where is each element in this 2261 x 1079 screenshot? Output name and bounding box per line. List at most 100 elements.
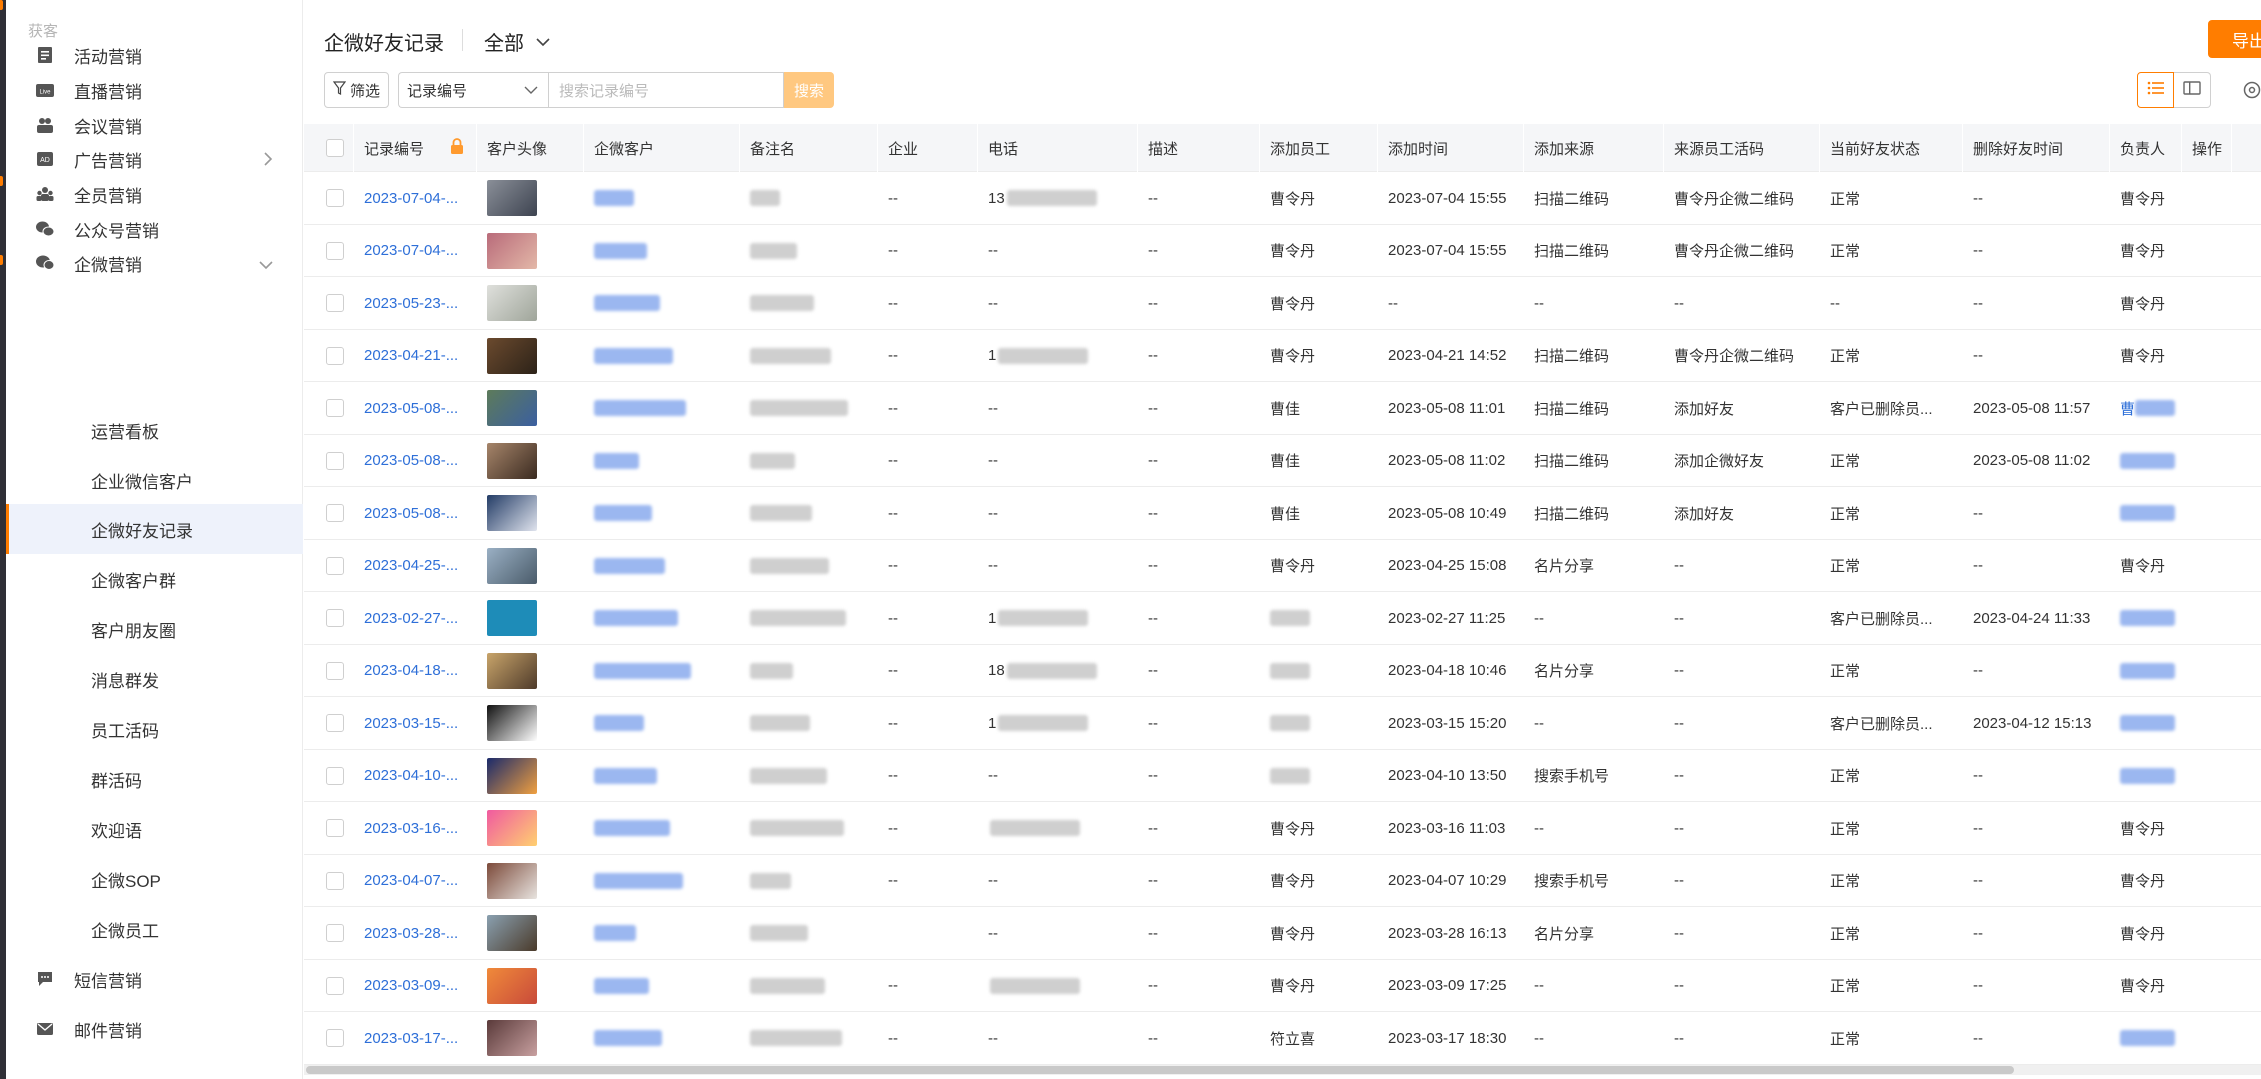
filter-button[interactable]: 筛选 [324, 72, 389, 108]
row-checkbox[interactable] [326, 714, 344, 732]
sidebar-sub-customer-groups[interactable]: 企微客户群 [6, 554, 303, 604]
scope-dropdown[interactable]: 全部 [484, 27, 550, 56]
row-checkbox[interactable] [326, 346, 344, 365]
table-row[interactable]: 2023-04-21-... -- 1 -- 曹令丹 2023-04-21 14:52 扫描… [304, 330, 2261, 382]
record-id-link[interactable]: 2023-05-08-... [354, 435, 477, 487]
record-id-link[interactable]: 2023-03-28-... [354, 907, 477, 959]
phone-value: 1 [988, 609, 997, 627]
table-row[interactable]: 2023-04-25-... -- -- -- 曹令丹 2023-04-25 15:08 名… [304, 540, 2261, 592]
row-checkbox[interactable] [326, 556, 344, 575]
actions-cell[interactable] [2182, 697, 2232, 749]
actions-cell[interactable] [2182, 540, 2232, 592]
row-checkbox[interactable] [326, 451, 344, 470]
table-row[interactable]: 2023-03-15-... -- 1 -- 2023-03-15 15:20 -- -- 客… [304, 697, 2261, 750]
record-id-link[interactable]: 2023-05-08-... [354, 487, 477, 539]
record-id-link[interactable]: 2023-03-09-... [354, 960, 477, 1012]
sidebar-item-sms[interactable]: 短信营销 [6, 954, 303, 1004]
search-button[interactable]: 搜索 [784, 72, 834, 108]
row-checkbox[interactable] [326, 924, 344, 942]
record-id-link[interactable]: 2023-04-25-... [354, 540, 477, 592]
actions-cell[interactable] [2182, 592, 2232, 644]
record-id-link[interactable]: 2023-07-04-... [354, 172, 477, 224]
owner-name: 曹令丹 [2120, 873, 2166, 890]
scrollbar-thumb[interactable] [306, 1066, 2014, 1074]
sidebar-sub-sop[interactable]: 企微SOP [6, 854, 303, 904]
table-row[interactable]: 2023-05-08-... -- -- -- 曹佳 2023-05-08 11:01 扫描… [304, 382, 2261, 435]
sidebar-item-wecom[interactable]: 企微营销 [6, 238, 303, 288]
record-id-link[interactable]: 2023-05-08-... [354, 382, 477, 434]
sidebar-sub-wecom-customers[interactable]: 企业微信客户 [6, 455, 303, 505]
list-view-button[interactable] [2137, 72, 2174, 108]
record-id-link[interactable]: 2023-04-10-... [354, 750, 477, 802]
sidebar-sub-staff[interactable]: 企微员工 [6, 904, 303, 954]
row-checkbox[interactable] [326, 399, 344, 417]
sidebar-sub-friend-records[interactable]: 企微好友记录 [6, 504, 303, 554]
actions-cell[interactable] [2182, 750, 2232, 802]
record-id-link[interactable]: 2023-03-17-... [354, 1012, 477, 1064]
actions-cell[interactable] [2182, 330, 2232, 382]
table-row[interactable]: 2023-03-17-... -- -- -- 符立喜 2023-03-17 18:30 -… [304, 1012, 2261, 1065]
actions-cell[interactable] [2182, 435, 2232, 487]
row-checkbox[interactable] [326, 504, 344, 522]
sidebar-item-email[interactable]: 邮件营销 [6, 1004, 303, 1054]
sidebar-sub-moments[interactable]: 客户朋友圈 [6, 604, 303, 654]
sidebar-sub-welcome[interactable]: 欢迎语 [6, 804, 303, 854]
settings-icon[interactable] [2242, 80, 2261, 105]
table-row[interactable]: 2023-04-18-... -- 18 -- 2023-04-18 10:46 名片分享… [304, 645, 2261, 697]
row-checkbox[interactable] [326, 1029, 344, 1047]
search-input[interactable]: 搜索记录编号 [548, 72, 784, 108]
row-checkbox[interactable] [326, 241, 344, 260]
actions-cell[interactable] [2182, 960, 2232, 1012]
record-id-link[interactable]: 2023-04-18-... [354, 645, 477, 697]
actions-cell[interactable] [2182, 907, 2232, 959]
row-checkbox[interactable] [326, 871, 344, 890]
sidebar-sub-dashboard[interactable]: 运营看板 [6, 405, 303, 455]
sidebar-sub-mass-message[interactable]: 消息群发 [6, 654, 303, 704]
table-row[interactable]: 2023-05-08-... -- -- -- 曹佳 2023-05-08 10:49 扫描… [304, 487, 2261, 540]
table-row[interactable]: 2023-05-23-... -- -- -- 曹令丹 -- -- -- -- -- 曹令丹 [304, 277, 2261, 330]
actions-cell[interactable] [2182, 277, 2232, 329]
export-button[interactable]: 导出 [2208, 20, 2261, 58]
record-id-link[interactable]: 2023-04-07-... [354, 855, 477, 907]
table-row[interactable]: 2023-04-07-... -- -- -- 曹令丹 2023-04-07 10:29 搜… [304, 855, 2261, 907]
record-id-link[interactable]: 2023-05-23-... [354, 277, 477, 329]
sidebar-sub-group-qrcode[interactable]: 群活码 [6, 754, 303, 804]
redacted-owner [2120, 452, 2175, 469]
actions-cell[interactable] [2182, 1012, 2232, 1064]
record-id-link[interactable]: 2023-03-15-... [354, 697, 477, 749]
row-checkbox[interactable] [326, 189, 344, 207]
table-row[interactable]: 2023-03-28-... -- -- 曹令丹 2023-03-28 16:13 名片分… [304, 907, 2261, 960]
row-checkbox[interactable] [326, 976, 344, 995]
lock-icon[interactable] [450, 138, 464, 159]
actions-cell[interactable] [2182, 802, 2232, 854]
actions-cell[interactable] [2182, 645, 2232, 697]
table-row[interactable]: 2023-05-08-... -- -- -- 曹佳 2023-05-08 11:02 扫描… [304, 435, 2261, 487]
record-id-link[interactable]: 2023-07-04-... [354, 225, 477, 277]
select-all-checkbox[interactable] [326, 139, 344, 157]
table-row[interactable]: 2023-03-16-... -- -- 曹令丹 2023-03-16 11:03 -- -… [304, 802, 2261, 855]
column-header: 企业 [878, 124, 978, 172]
panel-view-button[interactable] [2174, 72, 2211, 108]
row-checkbox[interactable] [326, 609, 344, 627]
record-id-link[interactable]: 2023-02-27-... [354, 592, 477, 644]
row-checkbox[interactable] [326, 766, 344, 785]
table-row[interactable]: 2023-03-09-... -- -- 曹令丹 2023-03-09 17:25 -- -… [304, 960, 2261, 1012]
row-checkbox[interactable] [326, 661, 344, 680]
actions-cell[interactable] [2182, 225, 2232, 277]
actions-cell[interactable] [2182, 487, 2232, 539]
table-row[interactable]: 2023-04-10-... -- -- -- 2023-04-10 13:50 搜索手机… [304, 750, 2261, 802]
horizontal-scrollbar[interactable] [304, 1065, 2261, 1075]
sidebar-sub-staff-qrcode[interactable]: 员工活码 [6, 704, 303, 754]
table-row[interactable]: 2023-07-04-... -- -- -- 曹令丹 2023-07-04 15:55 扫… [304, 225, 2261, 277]
row-checkbox[interactable] [326, 294, 344, 312]
table-row[interactable]: 2023-07-04-... -- 13 -- 曹令丹 2023-07-04 15:55 扫… [304, 172, 2261, 225]
record-id-link[interactable]: 2023-03-16-... [354, 802, 477, 854]
record-id-link[interactable]: 2023-04-21-... [354, 330, 477, 382]
search-field-select[interactable]: 记录编号 [398, 72, 548, 108]
actions-cell[interactable] [2182, 172, 2232, 224]
sidebar-sub-label: 企微好友记录 [91, 521, 193, 541]
actions-cell[interactable] [2182, 382, 2232, 434]
table-row[interactable]: 2023-02-27-... -- 1 -- 2023-02-27 11:25 -- -- 客… [304, 592, 2261, 645]
actions-cell[interactable] [2182, 855, 2232, 907]
row-checkbox[interactable] [326, 819, 344, 837]
